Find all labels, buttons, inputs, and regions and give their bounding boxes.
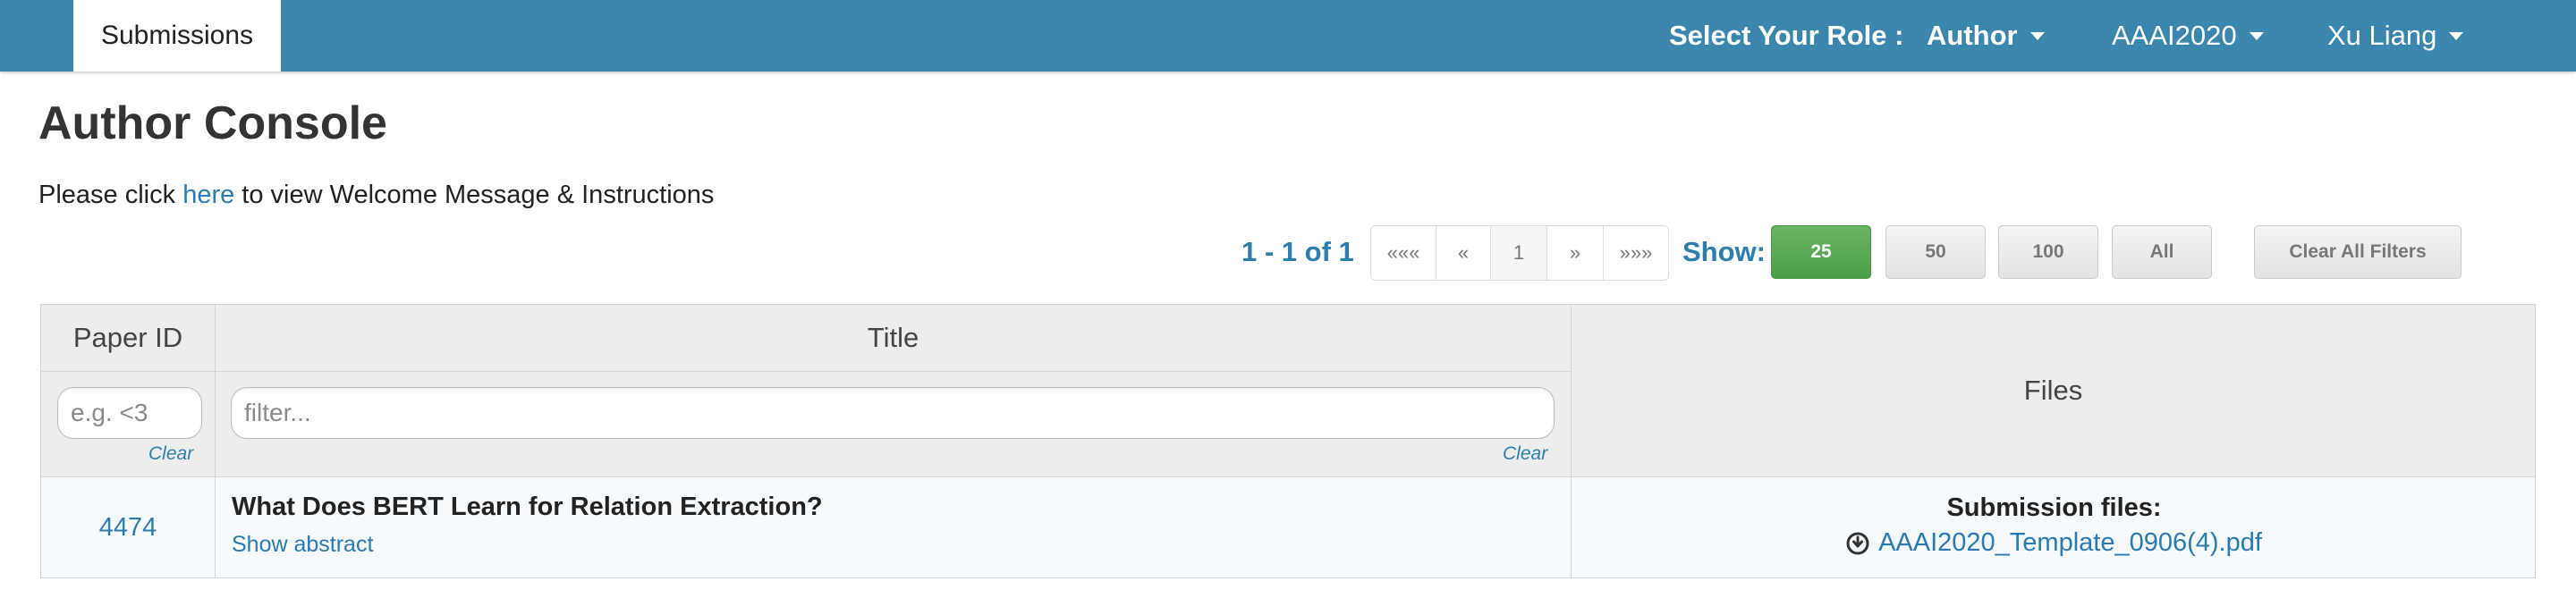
clear-all-filters-button[interactable]: Clear All Filters	[2254, 225, 2462, 279]
table-row: 4474	[41, 476, 2535, 577]
page-size-all-button[interactable]: All	[2112, 225, 2212, 279]
conference-dropdown-label: AAAI2020	[2112, 20, 2237, 51]
user-dropdown[interactable]: Xu Liang	[2327, 0, 2464, 72]
submissions-table: Paper ID Title Files Clear Clear 4474 Wh…	[40, 304, 2536, 578]
title-filter-input[interactable]	[231, 387, 1555, 439]
welcome-link[interactable]: here	[182, 181, 234, 209]
prev-page-button[interactable]: «	[1436, 226, 1491, 280]
row-divider	[41, 371, 1571, 372]
welcome-prefix: Please click	[38, 181, 176, 209]
column-divider	[215, 305, 216, 577]
user-dropdown-label: Xu Liang	[2327, 20, 2437, 51]
page-1-button[interactable]: 1	[1491, 226, 1547, 280]
header-title[interactable]: Title	[216, 305, 1571, 371]
role-label: Select Your Role :	[1669, 20, 1904, 51]
chevron-down-icon	[2029, 31, 2045, 40]
file-entry: AAAI2020_Template_0906(4).pdf	[1572, 528, 2537, 558]
paper-id-clear-link[interactable]: Clear	[148, 443, 193, 465]
page-size-100-button[interactable]: 100	[1998, 225, 2098, 279]
page-size-50-button[interactable]: 50	[1885, 225, 1986, 279]
download-icon	[1846, 532, 1869, 554]
welcome-message: Please click here to view Welcome Messag…	[38, 181, 714, 210]
next-page-button[interactable]: »	[1547, 226, 1604, 280]
header-files: Files	[2023, 375, 2083, 406]
chevron-down-icon	[2249, 31, 2264, 40]
first-page-button[interactable]: «««	[1371, 226, 1436, 280]
top-navbar: Submissions Select Your Role : Author AA…	[0, 0, 2576, 72]
page-title: Author Console	[38, 97, 387, 149]
welcome-suffix: to view Welcome Message & Instructions	[242, 181, 715, 209]
results-range: 1 - 1 of 1	[1241, 236, 1354, 267]
role-dropdown-label: Author	[1927, 20, 2018, 51]
page-size-25-button[interactable]: 25	[1771, 225, 1871, 279]
paper-id-link[interactable]: 4474	[41, 476, 215, 579]
conference-dropdown[interactable]: AAAI2020	[2112, 0, 2264, 72]
column-divider	[1571, 305, 1572, 577]
file-download-link[interactable]: AAAI2020_Template_0906(4).pdf	[1878, 528, 2262, 558]
tab-submissions[interactable]: Submissions	[73, 0, 281, 72]
chevron-down-icon	[2449, 31, 2464, 40]
paper-title: What Does BERT Learn for Relation Extrac…	[232, 493, 823, 521]
header-paper-id[interactable]: Paper ID	[41, 305, 215, 371]
last-page-button[interactable]: »»»	[1604, 226, 1668, 280]
row-divider	[41, 476, 2535, 477]
show-abstract-link[interactable]: Show abstract	[232, 532, 373, 558]
pagination: ««« « 1 » »»»	[1370, 225, 1669, 281]
show-label: Show:	[1682, 236, 1766, 267]
paper-id-filter-input[interactable]	[57, 387, 202, 439]
role-dropdown[interactable]: Author	[1927, 0, 2045, 72]
submission-files-label: Submission files:	[1946, 493, 2162, 522]
title-clear-link[interactable]: Clear	[1503, 443, 1547, 465]
